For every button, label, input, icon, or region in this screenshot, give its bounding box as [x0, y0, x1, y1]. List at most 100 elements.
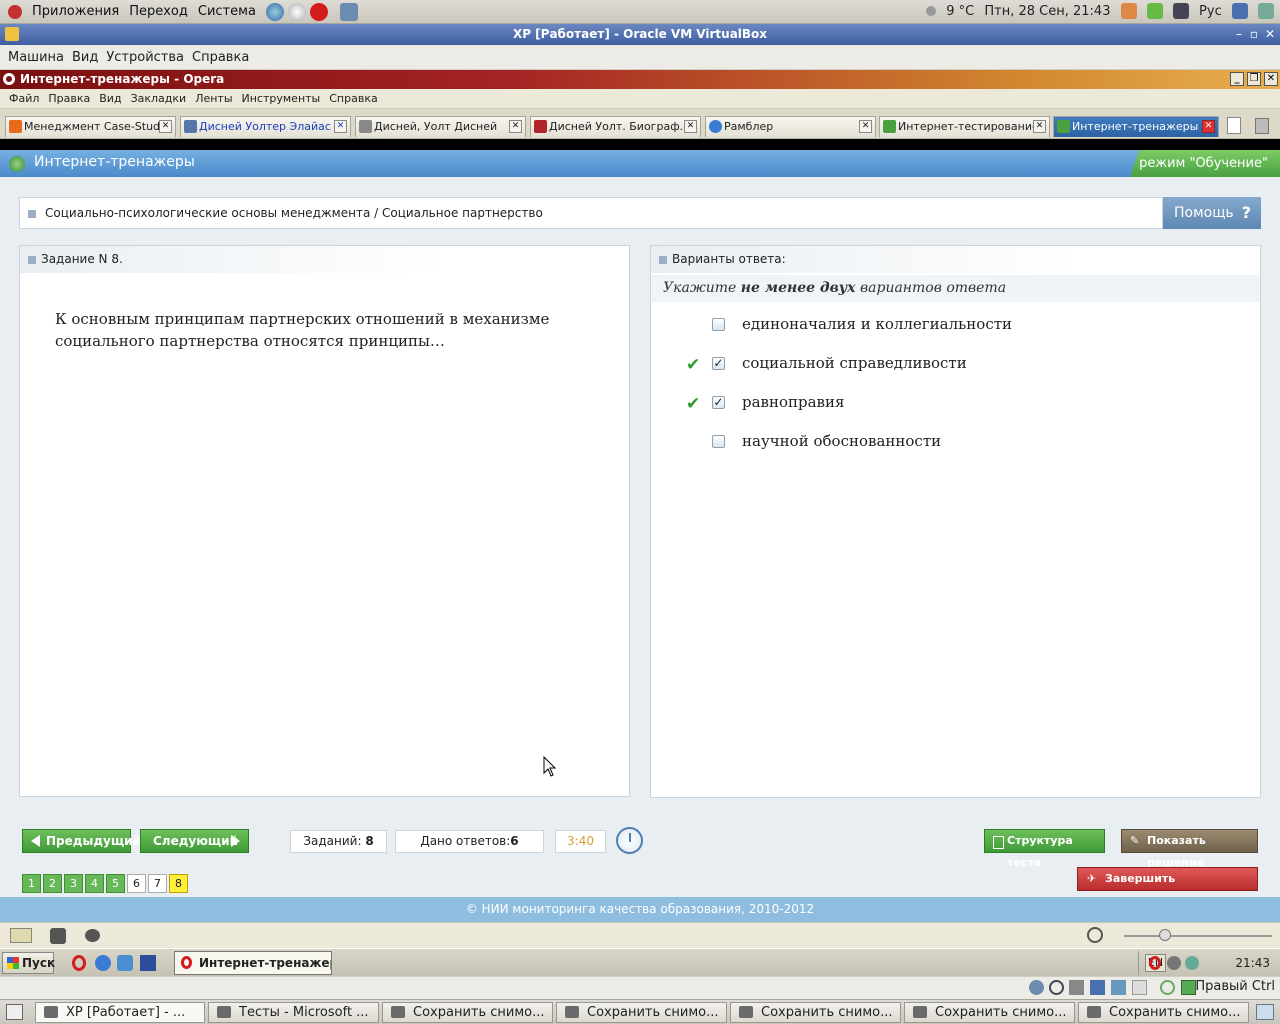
vbox-menu-help[interactable]: Справка	[192, 50, 249, 65]
question-number-4[interactable]: 4	[85, 874, 104, 893]
gnome-task-screenshot-3[interactable]: Сохранить снимо...	[730, 1002, 901, 1023]
opera-menu-help[interactable]: Справка	[329, 92, 377, 105]
gnome-task-screenshot-5[interactable]: Сохранить снимо...	[1078, 1002, 1249, 1023]
answer-option-4[interactable]: научной обоснованности	[651, 431, 1251, 455]
opera-close-icon[interactable]: ✕	[1264, 72, 1278, 86]
tray-network-icon[interactable]	[1185, 956, 1199, 970]
checkbox[interactable]	[712, 435, 725, 448]
opera-launcher-icon[interactable]	[309, 2, 328, 21]
opera-logo-icon[interactable]	[3, 73, 15, 85]
network-signal-icon[interactable]	[1231, 3, 1248, 19]
xp-task-opera[interactable]: Интернет-тренажер...	[174, 951, 332, 975]
tab-close-icon[interactable]: ✕	[509, 120, 522, 133]
update-icon[interactable]	[1146, 3, 1163, 19]
next-button[interactable]: Следующий	[140, 829, 249, 853]
quicklaunch-explorer-icon[interactable]	[117, 955, 133, 971]
vbox-maximize-icon[interactable]: ▫	[1250, 24, 1258, 45]
keyboard-layout[interactable]: Рус	[1199, 4, 1222, 19]
browser-launcher-icon[interactable]	[265, 2, 284, 21]
question-number-8[interactable]: 8	[169, 874, 188, 893]
question-number-1[interactable]: 1	[22, 874, 41, 893]
menu-places[interactable]: Переход	[129, 4, 188, 19]
tab-disney-biography[interactable]: Дисней Уолт. Биограф... ✕	[530, 116, 701, 137]
fit-width-icon[interactable]	[50, 928, 66, 944]
gnome-task-vbox[interactable]: XP [Работает] - ...	[35, 1002, 205, 1023]
display-icon[interactable]	[1132, 980, 1147, 995]
gnome-task-screenshot-4[interactable]: Сохранить снимо...	[904, 1002, 1075, 1023]
tab-internet-testing[interactable]: Интернет-тестирование ✕	[879, 116, 1050, 137]
test-structure-button[interactable]: Структура теста	[984, 829, 1105, 869]
finish-test-button[interactable]: ✈ Завершить тестирование	[1077, 867, 1258, 907]
start-button[interactable]: Пуск	[2, 952, 55, 974]
phone-launcher-icon[interactable]	[339, 2, 358, 21]
vbox-menu-view[interactable]: Вид	[72, 50, 98, 65]
vbox-app-icon[interactable]	[5, 27, 19, 41]
tab-close-icon[interactable]: ✕	[859, 120, 872, 133]
tray-opera-icon[interactable]	[1149, 956, 1161, 970]
xp-clock[interactable]: 21:43	[1235, 951, 1270, 975]
hdd-icon[interactable]	[1029, 980, 1044, 995]
help-button[interactable]: Помощь ?	[1163, 197, 1261, 229]
tray-app-icon[interactable]	[1167, 956, 1181, 970]
checkbox-checked[interactable]: ✓	[712, 357, 725, 370]
question-number-5[interactable]: 5	[106, 874, 125, 893]
speed-dial-icon[interactable]	[85, 929, 100, 942]
mail-launcher-icon[interactable]	[287, 2, 306, 21]
previous-button[interactable]: Предыдущий	[22, 829, 141, 853]
tab-disney-walter[interactable]: Дисней Уолтер Элайас ✕	[180, 116, 351, 137]
question-number-6[interactable]: 6	[127, 874, 146, 893]
tab-disney-walt[interactable]: Дисней, Уолт Дисней ✕	[355, 116, 526, 137]
quicklaunch-ie-icon[interactable]	[95, 955, 111, 971]
quicklaunch-app-icon[interactable]	[140, 955, 156, 971]
weather-temp[interactable]: 9 °C	[946, 4, 974, 19]
menu-applications[interactable]: Приложения	[32, 4, 119, 19]
tab-rambler[interactable]: Рамблер ✕	[705, 116, 876, 137]
tab-close-icon[interactable]: ✕	[1202, 120, 1215, 133]
cd-icon[interactable]	[1049, 980, 1064, 995]
tab-close-icon[interactable]: ✕	[1033, 120, 1046, 133]
panels-icon[interactable]	[10, 928, 32, 943]
opera-menu-view[interactable]: Вид	[99, 92, 121, 105]
opera-minimize-icon[interactable]: _	[1230, 72, 1244, 86]
menu-system[interactable]: Система	[198, 4, 256, 19]
zoom-slider-thumb[interactable]	[1159, 929, 1171, 941]
tab-internet-trainers[interactable]: Интернет-тренажеры ✕	[1053, 116, 1219, 137]
question-number-3[interactable]: 3	[64, 874, 83, 893]
gnome-task-screenshot-2[interactable]: Сохранить снимо...	[556, 1002, 727, 1023]
opera-menu-bookmarks[interactable]: Закладки	[131, 92, 187, 105]
opera-menu-feeds[interactable]: Ленты	[195, 92, 232, 105]
question-number-2[interactable]: 2	[43, 874, 62, 893]
answer-option-1[interactable]: единоначалия и коллегиальности	[651, 314, 1251, 338]
show-desktop-icon[interactable]	[6, 1004, 23, 1020]
capture-icon[interactable]	[1181, 980, 1196, 995]
trash-icon[interactable]	[1255, 118, 1269, 134]
gnome-task-word[interactable]: Тесты - Microsoft ...	[208, 1002, 379, 1023]
usb-icon[interactable]	[1069, 980, 1084, 995]
mouse-integration-icon[interactable]	[1160, 980, 1175, 995]
vbox-menu-machine[interactable]: Машина	[8, 50, 64, 65]
vbox-menu-devices[interactable]: Устройства	[106, 50, 184, 65]
opera-menu-file[interactable]: Файл	[9, 92, 39, 105]
gnome-task-screenshot-1[interactable]: Сохранить снимо...	[382, 1002, 553, 1023]
tab-close-icon[interactable]: ✕	[159, 120, 172, 133]
answer-option-2[interactable]: ✔ ✓ социальной справедливости	[651, 353, 1251, 377]
tab-management[interactable]: Менеджмент Case-Stud... ✕	[5, 116, 176, 137]
tray-app-icon[interactable]	[1120, 3, 1137, 19]
opera-menu-tools[interactable]: Инструменты	[242, 92, 321, 105]
vbox-minimize-icon[interactable]: –	[1236, 24, 1242, 45]
zoom-icon[interactable]	[1087, 927, 1103, 943]
tab-close-icon[interactable]: ✕	[334, 120, 347, 133]
opera-restore-icon[interactable]: ❐	[1247, 72, 1261, 86]
opera-menu-edit[interactable]: Правка	[48, 92, 90, 105]
network-adapter-icon[interactable]	[1090, 980, 1105, 995]
vbox-close-icon[interactable]: ✕	[1265, 24, 1275, 45]
tab-close-icon[interactable]: ✕	[684, 120, 697, 133]
clock-datetime[interactable]: Птн, 28 Сен, 21:43	[984, 4, 1110, 19]
quicklaunch-opera-icon[interactable]	[72, 955, 86, 971]
volume-icon[interactable]	[1258, 3, 1274, 19]
checkbox-checked[interactable]: ✓	[712, 396, 725, 409]
question-number-7[interactable]: 7	[148, 874, 167, 893]
answer-option-3[interactable]: ✔ ✓ равноправия	[651, 392, 1251, 416]
zoom-slider-track[interactable]	[1124, 935, 1272, 937]
show-solution-button[interactable]: ✎ Показать решение	[1121, 829, 1258, 869]
